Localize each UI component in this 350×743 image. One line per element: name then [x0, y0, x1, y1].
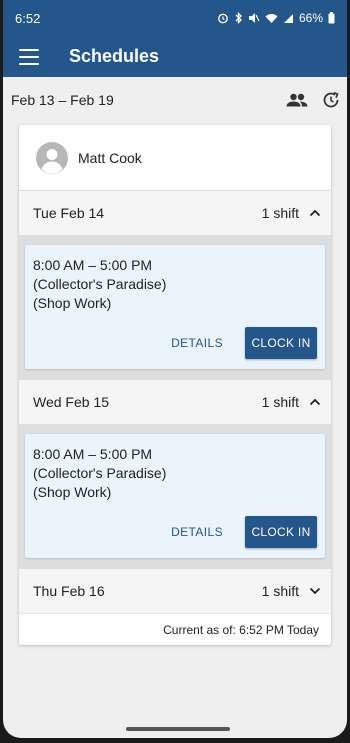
status-icons: 66% [217, 11, 335, 25]
shift-list: 8:00 AM – 5:00 PM (Collector's Paradise)… [19, 235, 331, 380]
wifi-icon [265, 13, 278, 23]
employee-row: Matt Cook [19, 125, 331, 191]
shift-time: 8:00 AM – 5:00 PM [33, 446, 153, 462]
employee-name: Matt Cook [78, 149, 142, 166]
phone-screen: 6:52 66% Schedules Feb 13 – Feb 19 Matt … [3, 0, 347, 738]
avatar [36, 141, 68, 174]
chevron-down-icon [309, 587, 321, 595]
clock-in-button[interactable]: CLOCK IN [245, 327, 317, 359]
details-button[interactable]: DETAILS [171, 336, 223, 350]
day-label: Thu Feb 16 [33, 583, 105, 599]
gesture-nav-handle[interactable] [126, 727, 230, 731]
mute-icon [248, 13, 260, 23]
shift-count: 1 shift [261, 394, 299, 410]
day-label: Tue Feb 14 [33, 205, 105, 221]
alarm-icon [218, 13, 228, 24]
battery-icon [328, 12, 335, 24]
bluetooth-icon [235, 12, 242, 24]
shift-position: (Shop Work) [33, 295, 112, 311]
battery-percent: 66% [298, 11, 323, 25]
shift-count: 1 shift [261, 583, 299, 599]
shift-card: 8:00 AM – 5:00 PM (Collector's Paradise)… [25, 434, 325, 558]
app-bar: Schedules [3, 36, 347, 77]
details-button[interactable]: DETAILS [171, 525, 223, 539]
shift-location: (Collector's Paradise) [33, 465, 167, 481]
clock-in-button[interactable]: CLOCK IN [245, 516, 317, 548]
hamburger-menu-icon[interactable] [19, 48, 39, 65]
shift-position: (Shop Work) [33, 484, 112, 500]
history-icon[interactable] [322, 91, 340, 109]
signal-icon [283, 13, 293, 23]
week-range[interactable]: Feb 13 – Feb 19 [11, 92, 114, 108]
shift-count: 1 shift [261, 205, 299, 221]
page-title: Schedules [69, 46, 160, 66]
day-header-tue[interactable]: Tue Feb 14 1 shift [19, 191, 331, 235]
day-header-thu[interactable]: Thu Feb 16 1 shift [19, 569, 331, 613]
status-bar: 6:52 66% [3, 0, 347, 36]
day-header-wed[interactable]: Wed Feb 15 1 shift [19, 380, 331, 424]
person-icon [41, 148, 63, 174]
shift-list: 8:00 AM – 5:00 PM (Collector's Paradise)… [19, 424, 331, 569]
chevron-up-icon [309, 209, 321, 217]
people-icon[interactable] [286, 93, 308, 107]
chevron-up-icon [309, 398, 321, 406]
shift-card: 8:00 AM – 5:00 PM (Collector's Paradise)… [25, 245, 325, 369]
status-time: 6:52 [15, 10, 41, 26]
shift-time: 8:00 AM – 5:00 PM [33, 257, 153, 273]
day-label: Wed Feb 15 [33, 394, 110, 410]
shift-location: (Collector's Paradise) [33, 276, 167, 292]
schedule-card: Matt Cook Tue Feb 14 1 shift 8:00 AM – 5… [19, 125, 331, 645]
last-updated-text: Current as of: 6:52 PM Today [19, 613, 331, 645]
week-selector: Feb 13 – Feb 19 [3, 77, 347, 123]
